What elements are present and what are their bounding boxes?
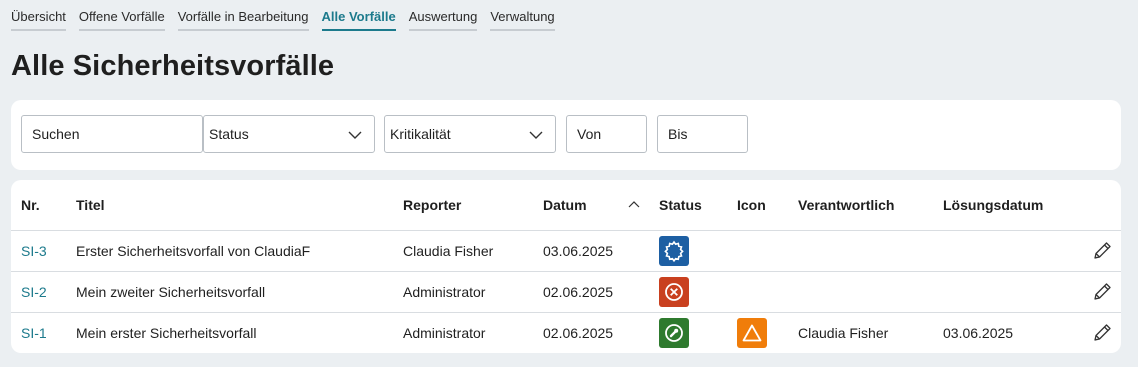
col-header-datum-label: Datum [543, 197, 587, 213]
wrench-status-icon [659, 318, 689, 348]
col-header-icon[interactable]: Icon [737, 180, 798, 231]
table-row[interactable]: SI-1 Mein erster Sicherheitsvorfall Admi… [11, 313, 1121, 354]
incident-date: 02.06.2025 [543, 271, 659, 313]
incident-id-link[interactable]: SI-1 [21, 325, 47, 341]
tab-verwaltung[interactable]: Verwaltung [490, 9, 555, 31]
incident-responsible: Claudia Fisher [798, 325, 889, 341]
criticality-select[interactable]: Kritikalität [384, 115, 556, 153]
incident-reporter: Administrator [403, 271, 543, 313]
criticality-select-label: Kritikalität [390, 126, 451, 142]
search-input[interactable]: Suchen [21, 115, 203, 153]
tab-offene-vorfaelle[interactable]: Offene Vorfälle [78, 9, 165, 31]
edit-pencil-icon[interactable] [1091, 322, 1113, 344]
incident-resolution-date [943, 271, 1083, 313]
incident-reporter: Claudia Fisher [403, 230, 543, 272]
x-circle-status-icon [659, 277, 689, 307]
edit-pencil-icon[interactable] [1091, 240, 1113, 262]
incident-id-link[interactable]: SI-2 [21, 284, 47, 300]
tab-alle-vorfaelle[interactable]: Alle Vorfälle [321, 9, 396, 31]
incident-resolution-date [943, 230, 1083, 272]
incident-date: 03.06.2025 [543, 230, 659, 272]
incident-date: 02.06.2025 [543, 325, 614, 341]
incident-resolution-date: 03.06.2025 [943, 325, 1014, 341]
edit-pencil-icon[interactable] [1091, 281, 1113, 303]
col-header-status[interactable]: Status [659, 180, 737, 231]
tab-uebersicht[interactable]: Übersicht [11, 9, 66, 31]
page-title: Alle Sicherheitsvorfälle [11, 50, 335, 82]
chevron-down-icon [529, 131, 543, 139]
filter-panel: Suchen Status Kritikalität Von Bis [11, 100, 1121, 170]
status-select[interactable]: Status [203, 115, 375, 153]
tab-vorfaelle-in-bearbeitung[interactable]: Vorfälle in Bearbeitung [177, 9, 309, 31]
incident-responsible [798, 271, 943, 313]
incident-id-link[interactable]: SI-3 [21, 243, 47, 259]
col-header-reporter[interactable]: Reporter [403, 180, 543, 231]
incident-title: Mein erster Sicherheitsvorfall [76, 325, 257, 341]
col-header-titel[interactable]: Titel [76, 180, 403, 231]
col-header-actions [1083, 180, 1121, 231]
incident-title: Erster Sicherheitsvorfall von ClaudiaF [76, 230, 403, 272]
date-to-input[interactable]: Bis [657, 115, 748, 153]
status-select-label: Status [209, 126, 249, 142]
incident-responsible [798, 230, 943, 272]
col-header-datum[interactable]: Datum [543, 180, 659, 231]
incident-icon-cell [737, 271, 798, 313]
sort-ascending-icon[interactable] [628, 200, 640, 208]
chevron-down-icon [348, 131, 362, 139]
incident-icon-cell [737, 230, 798, 272]
nav-tabs: Übersicht Offene Vorfälle Vorfälle in Be… [11, 9, 568, 31]
incident-reporter: Administrator [403, 325, 486, 341]
incidents-table: Nr. Titel Reporter Datum Status Icon Ver… [11, 180, 1121, 353]
col-header-nr[interactable]: Nr. [11, 180, 76, 231]
col-header-loesungsdatum[interactable]: Lösungsdatum [943, 180, 1083, 231]
col-header-verantwortlich[interactable]: Verantwortlich [798, 180, 943, 231]
incident-title: Mein zweiter Sicherheitsvorfall [76, 271, 403, 313]
table-row[interactable]: SI-2 Mein zweiter Sicherheitsvorfall Adm… [11, 271, 1121, 313]
gear-status-icon [659, 236, 689, 266]
date-from-input[interactable]: Von [566, 115, 647, 153]
tab-auswertung[interactable]: Auswertung [408, 9, 478, 31]
table-row[interactable]: SI-3 Erster Sicherheitsvorfall von Claud… [11, 230, 1121, 272]
warning-triangle-icon [737, 318, 767, 348]
incidents-table-panel: Nr. Titel Reporter Datum Status Icon Ver… [11, 180, 1121, 353]
table-header-row: Nr. Titel Reporter Datum Status Icon Ver… [11, 180, 1121, 231]
